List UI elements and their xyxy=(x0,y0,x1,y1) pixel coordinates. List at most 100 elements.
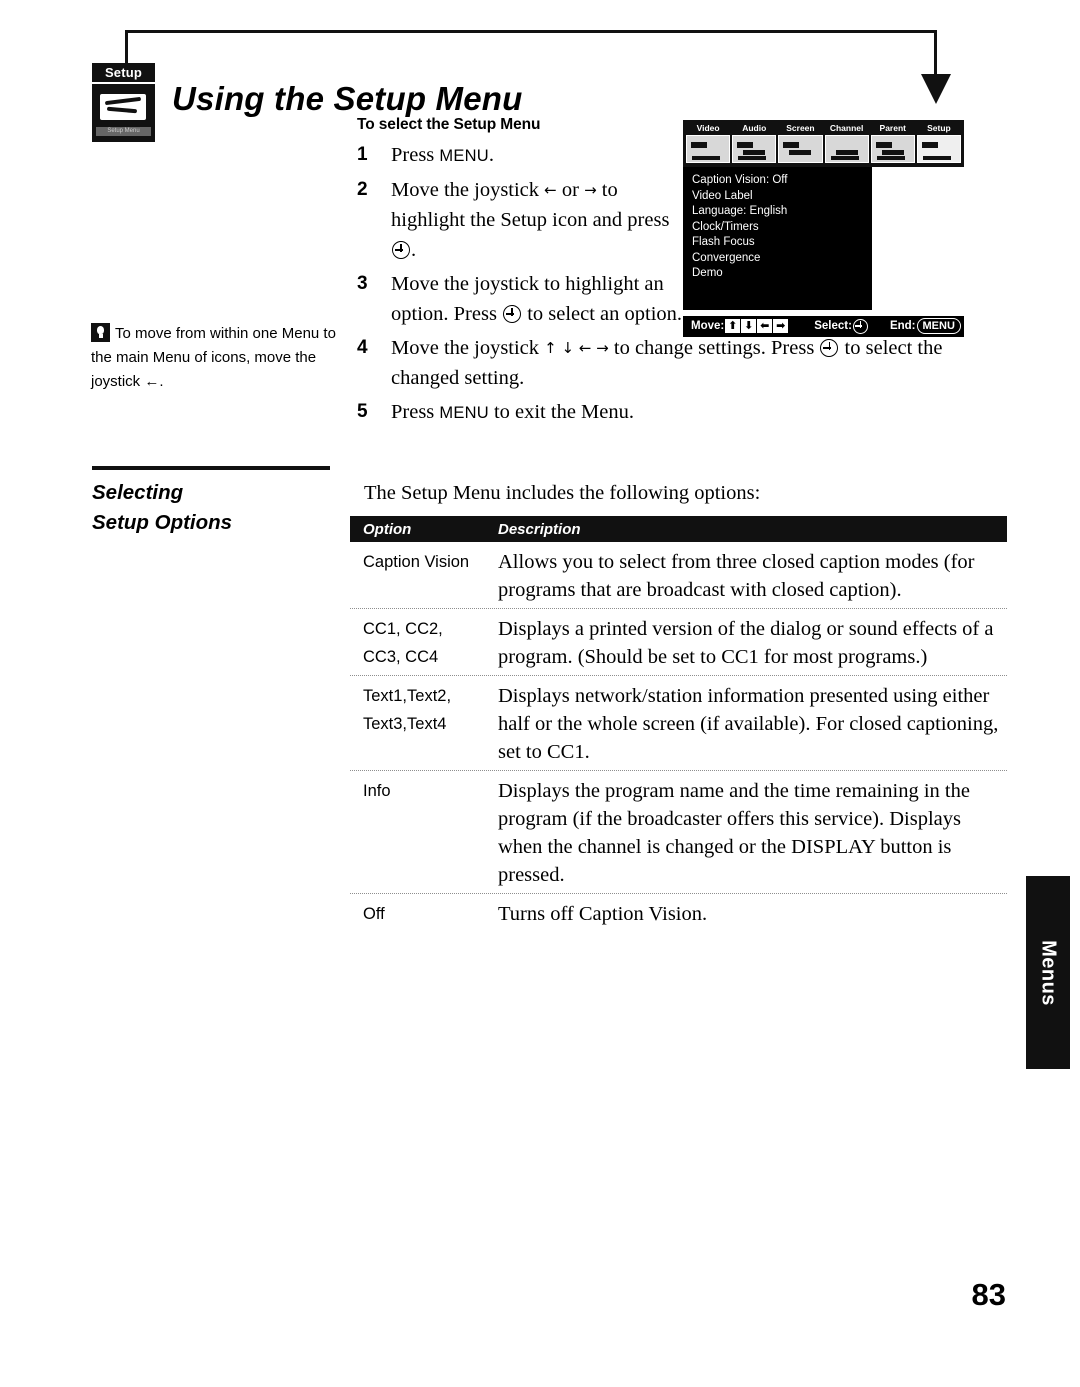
down-arrow-icon xyxy=(921,74,951,104)
table-header-option: Option xyxy=(363,520,412,538)
lightbulb-icon xyxy=(91,323,110,342)
section-title-line1: Selecting xyxy=(92,481,184,504)
tv-tab-label: Video xyxy=(696,123,720,133)
table-cell-option: Caption Vision xyxy=(363,553,470,571)
step-text-tail: to exit the Menu. xyxy=(488,401,634,423)
tv-menu-tabstrip: Video Audio Screen Channel Parent Setup xyxy=(683,120,964,167)
tv-tab-label: Parent xyxy=(879,123,906,133)
joystick-arrows-icon: ↑ ↓ ← → xyxy=(544,339,609,357)
section-rule xyxy=(92,466,330,470)
step-text-lead: Press xyxy=(391,401,440,423)
audio-icon xyxy=(732,135,777,163)
status-end-label: End: xyxy=(889,320,916,332)
step-text: Move the joystick to highlight an option… xyxy=(391,269,691,329)
table-cell-description: Displays network/station information pre… xyxy=(498,685,999,763)
step-number: 2 xyxy=(357,179,368,200)
chapter-badge-label: Setup xyxy=(92,63,155,82)
step-text-mid: or xyxy=(556,179,585,201)
arrow-up-key-icon: ⬆ xyxy=(725,319,741,333)
tv-menu-item: Video Label xyxy=(692,189,753,202)
top-bracket-rule xyxy=(125,30,937,33)
manual-page: Setup Setup Menu Using the Setup Menu To… xyxy=(0,0,1080,1387)
table-cell-description: Displays the program name and the time r… xyxy=(498,780,970,886)
chapter-badge-caption: Setup Menu xyxy=(107,128,140,134)
page-number: 83 xyxy=(971,1277,1006,1312)
table-cell-option: Off xyxy=(363,905,385,923)
tv-menu-item: Language: English xyxy=(692,205,788,217)
setup-thumbnail-icon: Setup Menu xyxy=(92,84,155,142)
select-button-icon xyxy=(852,318,868,334)
step-number: 3 xyxy=(357,273,368,294)
table-row: Info Displays the program name and the t… xyxy=(350,770,1007,893)
table-cell-description: Turns off Caption Vision. xyxy=(498,903,708,925)
tv-tab-channel: Channel xyxy=(824,123,869,163)
tv-tab-audio: Audio xyxy=(732,123,777,163)
status-select-label: Select: xyxy=(814,320,852,332)
step-text-tail: . xyxy=(488,144,494,166)
tv-tab-parent: Parent xyxy=(870,123,915,163)
step-text: Move the joystick ← or → to highlight th… xyxy=(391,175,691,265)
arrow-right-icon: → xyxy=(584,181,597,199)
page-title: Using the Setup Menu xyxy=(172,80,523,118)
table-row: CC1, CC2, CC3, CC4 Displays a printed ve… xyxy=(350,608,1007,675)
edge-chapter-tab: Menus xyxy=(1026,876,1070,1069)
step-text: Move the joystick ↑ ↓ ← → to change sett… xyxy=(391,333,1007,393)
chapter-icon-block: Setup Setup Menu xyxy=(92,63,155,142)
table-cell-description: Allows you to select from three closed c… xyxy=(498,551,975,601)
step-text: Press MENU. xyxy=(391,140,691,171)
tv-tab-video: Video xyxy=(686,123,731,163)
tv-tab-label: Audio xyxy=(742,123,767,133)
tv-tab-screen: Screen xyxy=(778,123,823,163)
step-text-mid: to change settings. Press xyxy=(608,337,820,359)
step-text-end: . xyxy=(411,239,417,261)
table-row: Text1,Text2, Text3,Text4 Displays networ… xyxy=(350,675,1007,770)
screen-icon xyxy=(778,135,823,163)
step-number: 1 xyxy=(357,144,368,165)
tv-status-bar: Move: ⬆ ⬇ ⬅ ➡ Select: End: MENU xyxy=(683,315,964,337)
tv-menu-item: Caption Vision: Off xyxy=(692,174,788,186)
table-cell-description: Displays a printed version of the dialog… xyxy=(498,618,994,668)
select-button-icon xyxy=(392,241,410,259)
table-header-row: Option Description xyxy=(350,516,1007,542)
step-number: 5 xyxy=(357,401,368,422)
step-number: 4 xyxy=(357,337,368,358)
menu-button-icon: MENU xyxy=(916,318,961,334)
table-header-description: Description xyxy=(498,520,581,538)
arrow-right-key-icon: ➡ xyxy=(773,319,789,333)
step-text: Press MENU to exit the Menu. xyxy=(391,397,1007,428)
tip-note-text: To move from within one Menu to the main… xyxy=(91,325,336,390)
top-bracket-right-tick xyxy=(934,30,937,78)
table-row: Off Turns off Caption Vision. xyxy=(350,893,1007,932)
arrow-down-key-icon: ⬇ xyxy=(741,319,757,333)
channel-icon xyxy=(824,135,869,163)
status-move-label: Move: xyxy=(691,320,725,332)
menu-key-label: MENU xyxy=(439,404,489,422)
step-text-lead: Move the joystick xyxy=(391,179,545,201)
options-table: Option Description Caption Vision Allows… xyxy=(350,516,1007,932)
tv-tab-label: Screen xyxy=(786,123,815,133)
tv-screen-illustration: Video Audio Screen Channel Parent Setup xyxy=(683,120,964,337)
tv-tab-setup: Setup xyxy=(916,123,962,163)
procedure-step: 4 Move the joystick ↑ ↓ ← → to change se… xyxy=(357,333,1007,393)
table-cell-option: Text1,Text2, Text3,Text4 xyxy=(363,687,452,733)
section-title: Selecting Setup Options xyxy=(92,478,342,538)
step-text-tail: to select an option. xyxy=(522,303,683,325)
tv-menu-item: Clock/Timers xyxy=(692,220,759,233)
setup-icon xyxy=(916,135,962,163)
procedure-step: 5 Press MENU to exit the Menu. xyxy=(357,397,1007,428)
select-button-icon xyxy=(820,339,839,357)
tv-menu-item: Convergence xyxy=(692,251,761,264)
table-row: Caption Vision Allows you to select from… xyxy=(350,542,1007,608)
tip-note: To move from within one Menu to the main… xyxy=(91,322,349,394)
edge-chapter-tab-label: Menus xyxy=(1037,939,1060,1006)
section-title-line2: Setup Options xyxy=(92,511,233,534)
parent-icon xyxy=(870,135,915,163)
video-icon xyxy=(686,135,731,163)
tv-menu-item: Demo xyxy=(692,267,723,279)
procedure-heading: To select the Setup Menu xyxy=(357,116,541,133)
step-text-lead: Move the joystick xyxy=(391,337,545,359)
arrow-left-key-icon: ⬅ xyxy=(757,319,773,333)
select-button-icon xyxy=(503,305,522,323)
tv-menu-item: Flash Focus xyxy=(692,236,755,248)
arrow-left-icon: ← xyxy=(544,181,557,199)
